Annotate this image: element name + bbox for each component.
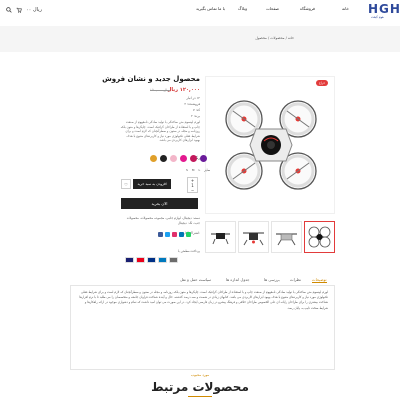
- thumbnail-1[interactable]: [304, 221, 335, 253]
- product-categories[interactable]: دسته: دیجیتال، لوازم جانبی، مجموعه محصول…: [120, 216, 200, 225]
- seller-info: فروشنده: ۲: [184, 102, 200, 106]
- linkedin-icon[interactable]: [179, 232, 184, 237]
- header-icons: ۰۰ ریال: [6, 7, 42, 13]
- drone-thumb-icon: [276, 233, 297, 246]
- payment-label: پرداخت مطمئن با: [177, 249, 200, 253]
- nav-home[interactable]: خانه: [342, 6, 349, 11]
- stock-status: ۱۲ در انبار: [186, 96, 200, 100]
- breadcrumb[interactable]: خانه / محصولات / محصول: [255, 36, 294, 40]
- buy-now-button[interactable]: الان بخرید: [121, 198, 198, 209]
- nav-contact[interactable]: با ما تماس بگیرید: [196, 6, 225, 11]
- whatsapp-icon[interactable]: [186, 232, 191, 237]
- tab-shipping-policy[interactable]: سیاست حمل و نقل: [180, 277, 211, 282]
- sku-info: کد: ۷: [193, 108, 200, 112]
- tab-description[interactable]: توضیحات: [312, 277, 327, 283]
- thumbnail-2[interactable]: [271, 221, 302, 253]
- color-swatch[interactable]: [170, 155, 177, 162]
- drone-thumb-icon: [211, 233, 230, 245]
- visa-icon: [125, 257, 134, 263]
- tab-description-content: لورم ایپسوم متن ساختگی با تولید سادگی نا…: [79, 290, 328, 310]
- product-main-image[interactable]: [205, 76, 335, 214]
- breadcrumb-band: خانه / محصولات / محصول: [0, 26, 400, 52]
- site-header: HGH هوم گیفت خانه فروشگاه صفحات وبلاگ با…: [0, 0, 400, 24]
- logo-mark: HGH: [368, 2, 400, 16]
- wishlist-button[interactable]: ♡: [121, 179, 131, 189]
- product-short-description: لورم ایپسوم متن ساختگی با تولید سادگی نا…: [120, 120, 200, 143]
- qty-decrease[interactable]: −: [188, 188, 197, 193]
- tab-size-chart[interactable]: جدول اندازه ها: [226, 277, 250, 282]
- mastercard-icon: [136, 257, 145, 263]
- thumbnail-4[interactable]: [205, 221, 236, 253]
- drone-thumb-icon: [308, 226, 331, 248]
- quantity-stepper[interactable]: + 1 −: [187, 177, 198, 193]
- related-subtitle: مورد محبوب: [190, 373, 210, 377]
- size-option[interactable]: S: [186, 168, 188, 172]
- thumbnail-strip: [205, 221, 335, 255]
- product-old-price: ۱۵۰,۰۰۰ ریال: [150, 88, 170, 92]
- nav-blog[interactable]: وبلاگ: [238, 6, 247, 11]
- add-to-cart-button[interactable]: افزودن به سبد خرید: [133, 179, 171, 189]
- sale-badge: حراج: [316, 80, 328, 86]
- color-swatch[interactable]: [160, 155, 167, 162]
- color-swatches: [150, 155, 207, 162]
- site-logo[interactable]: HGH هوم گیفت: [366, 2, 400, 22]
- facebook-icon[interactable]: [158, 232, 163, 237]
- brand-info: برند: ۲: [190, 114, 200, 118]
- payment-methods: [125, 257, 178, 263]
- instagram-icon[interactable]: [172, 232, 177, 237]
- product-price: ۱۲۰,۰۰۰ ریال: [167, 87, 200, 93]
- color-swatch[interactable]: [200, 155, 207, 162]
- thumbnail-3[interactable]: [238, 221, 269, 253]
- bank-card-icon: [169, 257, 178, 263]
- tab-reviews[interactable]: بررسی ها: [264, 277, 280, 282]
- drone-thumb-icon: [243, 232, 264, 246]
- share-icons: [158, 232, 191, 237]
- size-options: سایز L M S: [186, 168, 210, 172]
- cart-amount[interactable]: ۰۰ ریال: [26, 7, 42, 13]
- color-swatch[interactable]: [180, 155, 187, 162]
- color-swatch[interactable]: [190, 155, 197, 162]
- drone-image: [225, 100, 317, 190]
- size-option[interactable]: M: [192, 168, 195, 172]
- search-icon[interactable]: [6, 7, 12, 13]
- nav-shop[interactable]: فروشگاه: [300, 6, 315, 11]
- color-swatch[interactable]: [150, 155, 157, 162]
- title-divider: [188, 396, 212, 397]
- logo-subtitle: هوم گیفت: [371, 15, 384, 19]
- paypal-icon: [147, 257, 156, 263]
- tab-comments[interactable]: نظرات: [290, 277, 301, 282]
- product-title: محصول جدید و نشان فروش: [102, 75, 200, 83]
- twitter-icon[interactable]: [165, 232, 170, 237]
- nav-pages[interactable]: صفحات: [266, 6, 279, 11]
- related-title: محصولات مرتبط: [151, 380, 249, 394]
- amex-icon: [158, 257, 167, 263]
- cart-icon[interactable]: [16, 7, 22, 13]
- size-label: سایز: [204, 168, 211, 172]
- size-option[interactable]: L: [199, 168, 201, 172]
